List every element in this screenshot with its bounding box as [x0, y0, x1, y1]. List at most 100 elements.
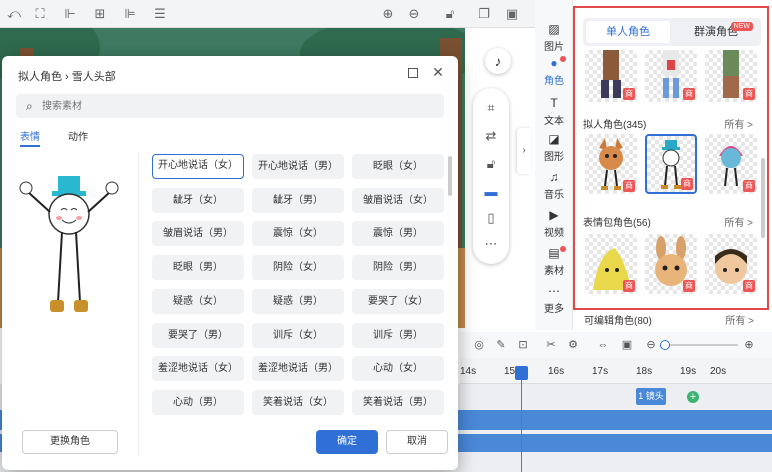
more-icon[interactable]: ⋯ [483, 236, 499, 252]
timeline-ruler[interactable]: 14s 15s 16s 17s 18s 19s 20s [460, 358, 772, 384]
ruler-tick: 17s [592, 366, 609, 377]
search-icon: ⌕ [26, 99, 33, 113]
expression-option[interactable]: 开心地说话（男） [252, 154, 344, 179]
expression-option[interactable]: 训斥（女） [252, 322, 344, 348]
character-thumb[interactable]: 商 [705, 234, 757, 294]
align-center-icon[interactable]: ⊞ [92, 6, 108, 22]
expression-option[interactable]: 训斥（男） [352, 322, 444, 348]
character-thumb[interactable]: 商 [645, 50, 697, 102]
edit-icon[interactable]: ✎ [494, 338, 508, 352]
character-thumb[interactable]: 商 [585, 50, 637, 102]
zoom-in-timeline-icon[interactable]: ⊕ [742, 338, 756, 352]
character-asset-panel: 单人角色 群演角色 NEW 商 商 商 拟人角色(345) 所有 > 商 商 商… [573, 6, 769, 310]
expression-option[interactable]: 皱眉说话（女） [352, 187, 444, 213]
screenshot-icon[interactable]: ⌗ [483, 100, 499, 116]
search-input[interactable] [42, 98, 422, 114]
expression-option[interactable]: 心动（男） [152, 389, 244, 415]
expression-option[interactable]: 疑惑（男） [252, 288, 344, 314]
character-thumb[interactable]: 商 [645, 234, 697, 294]
expression-option[interactable]: 皱眉说话（男） [152, 221, 244, 247]
character-thumb[interactable]: 商 [585, 134, 637, 194]
align-right-icon[interactable]: ⊫ [122, 6, 138, 22]
expression-option[interactable]: 阴险（男） [352, 255, 444, 281]
phone-icon[interactable]: ▯ [483, 210, 499, 226]
camera-icon[interactable]: ◎ [472, 338, 486, 352]
expression-option[interactable]: 龇牙（女） [152, 187, 244, 213]
swap-character-button[interactable]: 更换角色 [22, 430, 118, 454]
category-shape[interactable]: ◪ 图形 [535, 132, 573, 163]
expression-option[interactable]: 阴险（女） [252, 255, 344, 281]
copy-icon[interactable]: ❐ [476, 6, 492, 22]
lock-icon[interactable]: 🔓︎ [442, 6, 458, 22]
playhead-handle[interactable] [515, 366, 528, 380]
category-video[interactable]: ▶ 视频 [535, 208, 573, 239]
category-more[interactable]: ⋯ 更多 [535, 284, 573, 315]
tab-expression[interactable]: 表情 [20, 128, 40, 147]
expression-option[interactable]: 眨眼（女） [352, 154, 444, 179]
monitor-icon[interactable]: ▬ [483, 184, 499, 200]
zoom-out-icon[interactable]: ⊖ [406, 6, 422, 22]
character-thumb[interactable]: 商 [585, 234, 637, 294]
ruler-tick: 14s [460, 366, 477, 377]
zoom-in-icon[interactable]: ⊕ [380, 6, 396, 22]
shot-label[interactable]: 1 镜头 [636, 388, 666, 405]
dialog-divider [138, 152, 139, 456]
expression-option[interactable]: 开心地说话（女） [152, 154, 244, 179]
top-toolbar: ⤺ ⛶ ⊩ ⊞ ⊫ ☰ ⊕ ⊖ 🔓︎ ❐ ▣ [0, 0, 535, 28]
expression-option[interactable]: 龇牙（男） [252, 187, 344, 213]
ruler-tick: 20s [710, 366, 727, 377]
maximize-icon[interactable] [408, 68, 418, 78]
grid-scrollbar[interactable] [448, 156, 452, 196]
category-character[interactable]: ● 角色 [535, 56, 573, 87]
timeline-zoom-knob[interactable] [660, 340, 670, 350]
tab-action[interactable]: 动作 [68, 128, 88, 143]
confirm-button[interactable]: 确定 [316, 430, 378, 454]
category-text[interactable]: T 文本 [535, 96, 573, 127]
timeline-zoom-slider[interactable] [664, 344, 738, 346]
expression-option[interactable]: 笑着说话（男） [352, 389, 444, 415]
lock-icon[interactable]: 🔓︎ [483, 156, 499, 172]
distribute-icon[interactable]: ☰ [152, 6, 168, 22]
expression-option[interactable]: 疑惑（女） [152, 288, 244, 314]
close-icon[interactable]: ✕ [430, 64, 446, 80]
category-image[interactable]: ▨ 图片 [535, 22, 573, 53]
flip-icon[interactable]: ⇄ [483, 128, 499, 144]
settings-icon[interactable]: ⚙ [566, 338, 580, 352]
section-more-link[interactable]: 所有 > [724, 214, 753, 229]
image-icon: ▨ [548, 22, 560, 36]
panel-scrollbar[interactable] [761, 158, 765, 238]
expression-option[interactable]: 震惊（男） [352, 221, 444, 247]
frame-icon[interactable]: ▣ [620, 338, 634, 352]
split-icon[interactable]: ✂ [544, 338, 558, 352]
expression-option[interactable]: 要哭了（女） [352, 288, 444, 314]
expression-option[interactable]: 笑着说话（女） [252, 389, 344, 415]
expression-option[interactable]: 要哭了（男） [152, 322, 244, 348]
character-thumb[interactable]: 商 [705, 50, 757, 102]
character-thumb[interactable]: 商 [705, 134, 757, 194]
expression-option[interactable]: 羞涩地说话（女） [152, 356, 244, 382]
add-frame-icon[interactable]: ⊡ [516, 338, 530, 352]
category-sidebar: ▨ 图片 ● 角色 T 文本 ◪ 图形 ♫ 音乐 ▶ 视频 ▤ 素材 ⋯ 更多 [535, 0, 573, 330]
fit-icon[interactable]: ⛶ [32, 6, 48, 22]
cancel-button[interactable]: 取消 [386, 430, 448, 454]
fit-timeline-icon[interactable]: ⇔ [596, 338, 610, 352]
section-more-link[interactable]: 所有 > [725, 312, 754, 327]
expression-option[interactable]: 眨眼（男） [152, 255, 244, 281]
delete-icon[interactable]: ▣ [504, 6, 520, 22]
music-note-icon[interactable]: ♪ [485, 48, 511, 74]
expression-option[interactable]: 震惊（女） [252, 221, 344, 247]
category-material[interactable]: ▤ 素材 [535, 246, 573, 277]
shape-icon: ◪ [548, 132, 560, 146]
category-music[interactable]: ♫ 音乐 [535, 170, 573, 201]
align-left-icon[interactable]: ⊩ [62, 6, 78, 22]
tab-single-character[interactable]: 单人角色 [586, 21, 670, 43]
section-more-link[interactable]: 所有 > [724, 116, 753, 131]
character-thumb-selected[interactable]: 商 [645, 134, 697, 194]
add-shot-button[interactable]: + [687, 391, 699, 403]
video-icon: ▶ [549, 208, 559, 222]
zoom-out-timeline-icon[interactable]: ⊖ [644, 338, 658, 352]
undo-icon[interactable]: ⤺ [6, 6, 22, 22]
expression-option[interactable]: 心动（女） [352, 356, 444, 382]
collapse-panel-toggle[interactable]: › [517, 128, 531, 174]
expression-option[interactable]: 羞涩地说话（男） [252, 356, 344, 382]
